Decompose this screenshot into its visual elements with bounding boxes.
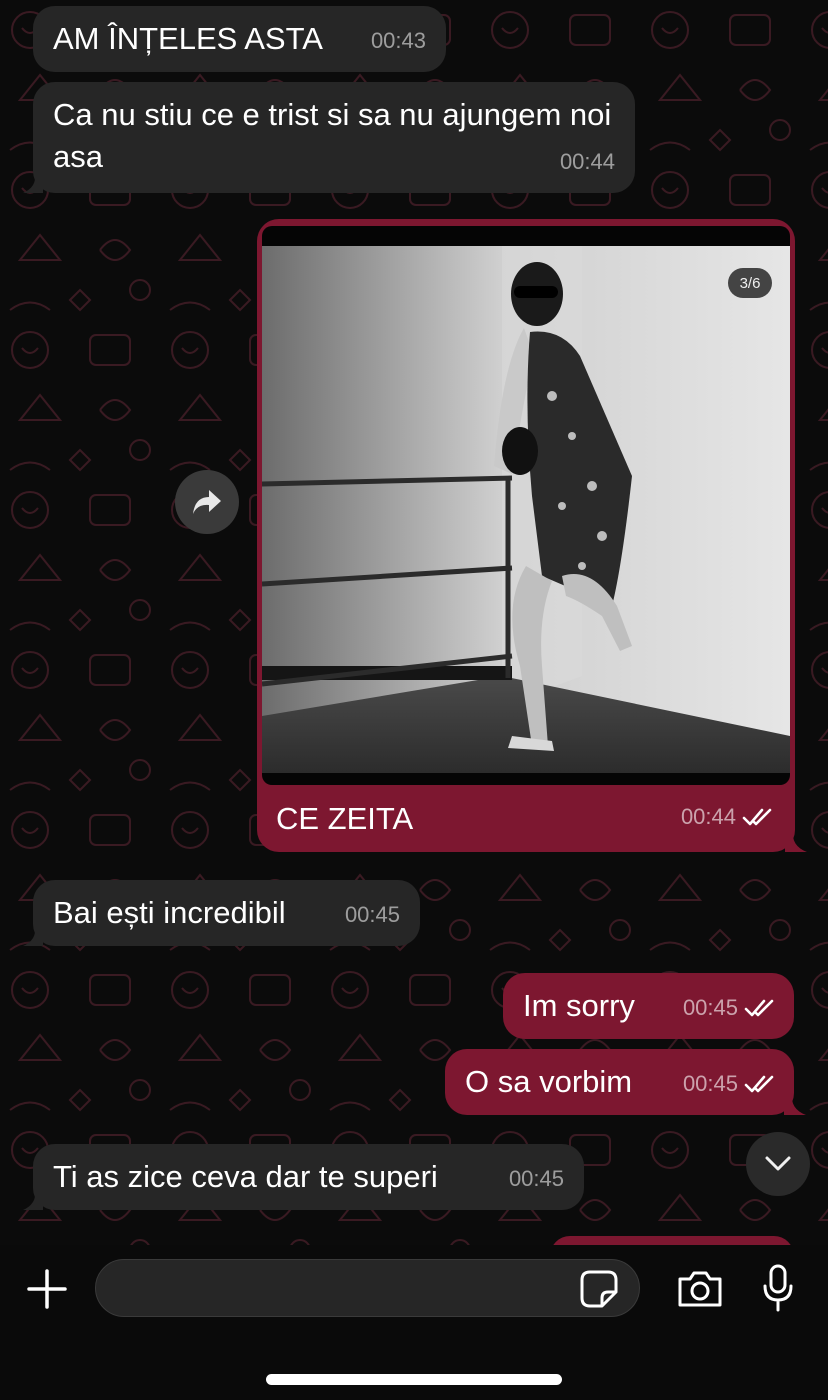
message-time: 00:43: [370, 28, 426, 53]
image-counter-badge: 3/6: [728, 268, 772, 298]
photo: [262, 246, 790, 773]
message-bubble-incoming[interactable]: Ca nu stiu ce e trist si sa nu ajungem n…: [23, 82, 635, 193]
message-bubble-incoming[interactable]: Bai ești incredibil 00:45: [23, 880, 420, 946]
image-caption: CE ZEITA 00:44: [262, 786, 792, 848]
message-text: Ca nu stiu ce e trist si sa nu ajungem n…: [53, 97, 612, 174]
bubble-tail: [23, 173, 43, 193]
home-indicator[interactable]: [266, 1374, 562, 1385]
message-time: 00:45: [683, 987, 774, 1029]
message-input[interactable]: [116, 1268, 570, 1310]
double-check-icon: [744, 1075, 774, 1093]
bubble-tail: [23, 926, 43, 946]
message-bubble-incoming[interactable]: Ti as zice ceva dar te superi 00:45: [23, 1144, 584, 1210]
scroll-to-bottom-button[interactable]: [746, 1132, 810, 1196]
sticker-button[interactable]: [579, 1270, 619, 1308]
message-time: 00:45: [683, 1063, 774, 1105]
message-time: 00:44: [681, 796, 772, 838]
bubble-tail: [784, 1093, 806, 1115]
microphone-icon: [763, 1264, 793, 1312]
share-arrow-icon: [193, 490, 221, 514]
camera-button[interactable]: [676, 1266, 724, 1312]
double-check-icon: [742, 808, 772, 826]
sticker-icon: [580, 1270, 618, 1308]
plus-icon: [27, 1269, 67, 1309]
voice-message-button[interactable]: [758, 1262, 798, 1314]
double-check-icon: [744, 999, 774, 1017]
message-input-box[interactable]: [95, 1259, 640, 1317]
shared-post-image[interactable]: 3/6: [262, 226, 790, 785]
message-bubble-incoming[interactable]: AM ÎNȚELES ASTA 00:43: [33, 6, 446, 72]
message-time: 00:45: [508, 1166, 564, 1191]
message-text: Ti as zice ceva dar te superi: [53, 1159, 438, 1194]
camera-icon: [678, 1271, 722, 1307]
message-bubble-outgoing[interactable]: Im sorry 00:45: [503, 973, 794, 1039]
bubble-tail: [23, 1190, 43, 1210]
chevron-down-icon: [765, 1156, 791, 1171]
forward-button[interactable]: [175, 470, 239, 534]
attach-button[interactable]: [24, 1266, 70, 1312]
message-time: 00:44: [559, 149, 615, 174]
message-bubble-outgoing[interactable]: O sa vorbim 00:45: [445, 1049, 806, 1115]
message-time: 00:45: [344, 902, 400, 927]
